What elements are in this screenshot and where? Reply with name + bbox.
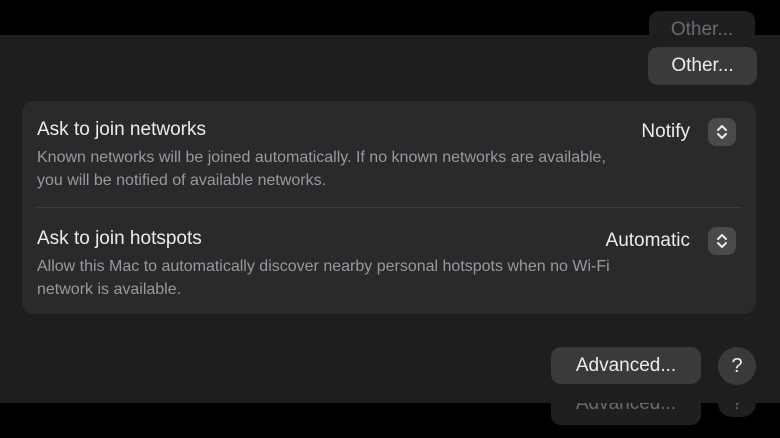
chevron-up-down-icon[interactable]: [708, 118, 736, 146]
setting-description: Known networks will be joined automatica…: [37, 149, 606, 189]
ask-to-join-hotspots-popup[interactable]: Automatic: [606, 227, 736, 255]
ghost-other-button: Other...: [649, 11, 755, 35]
screen: Other... Advanced... ? Other... Ask to j…: [0, 0, 780, 438]
setting-title: Ask to join networks: [37, 119, 206, 140]
setting-title: Ask to join hotspots: [37, 228, 202, 249]
ghost-advanced-button: Advanced...: [551, 403, 701, 425]
settings-panel: Other... Ask to join networks Known netw…: [0, 35, 780, 403]
help-button[interactable]: ?: [718, 347, 756, 385]
ghost-help-button: ?: [718, 403, 756, 417]
setting-description: Allow this Mac to automatically discover…: [37, 258, 610, 298]
ask-to-join-networks-popup[interactable]: Notify: [641, 118, 736, 146]
advanced-button[interactable]: Advanced...: [551, 347, 701, 384]
other-button[interactable]: Other...: [648, 47, 757, 85]
settings-group: Ask to join networks Known networks will…: [22, 101, 756, 314]
ask-to-join-networks-row: Ask to join networks Known networks will…: [22, 101, 756, 208]
ask-to-join-hotspots-row: Ask to join hotspots Allow this Mac to a…: [22, 208, 756, 314]
popup-value: Notify: [641, 121, 690, 142]
popup-value: Automatic: [605, 230, 690, 251]
chevron-up-down-icon[interactable]: [708, 227, 736, 255]
